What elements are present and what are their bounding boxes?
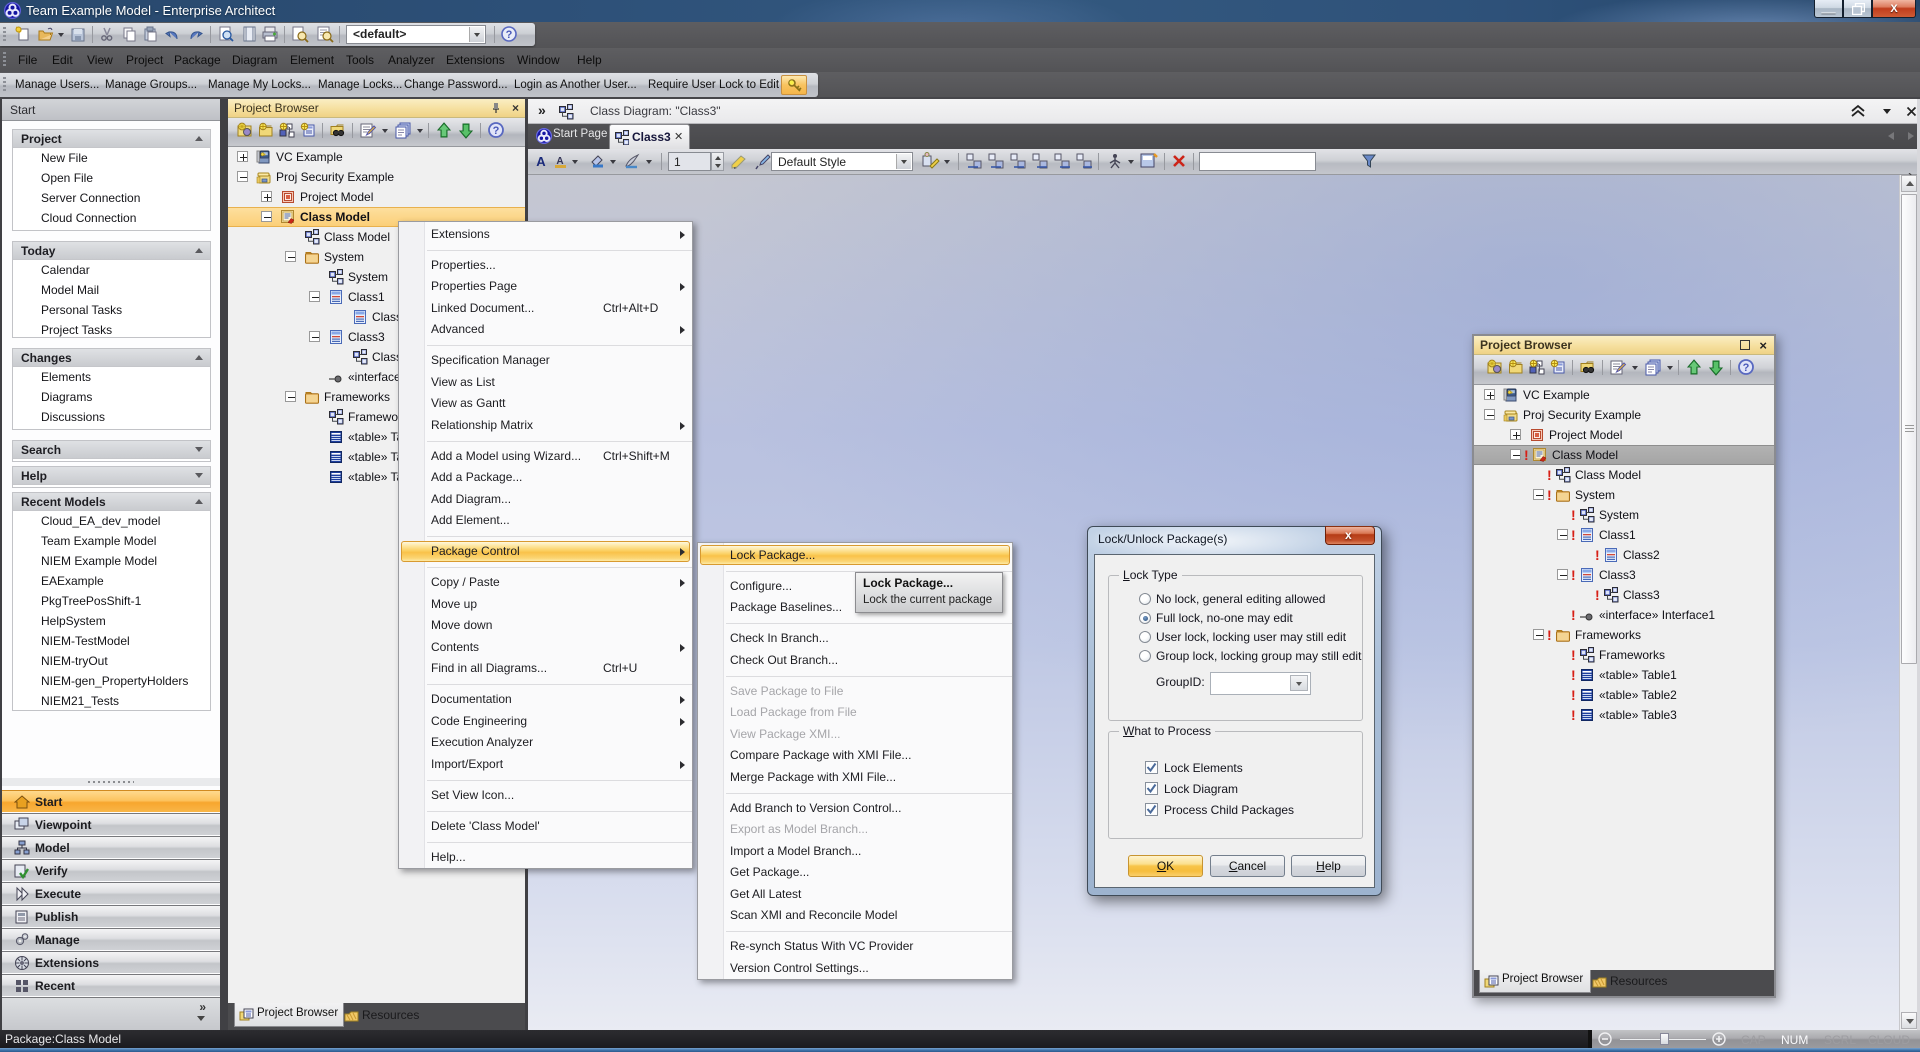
svg-text:A: A — [536, 154, 546, 169]
svg-text:?: ? — [1743, 362, 1750, 374]
svg-text:?: ? — [506, 29, 513, 41]
svg-text:?: ? — [493, 125, 500, 137]
